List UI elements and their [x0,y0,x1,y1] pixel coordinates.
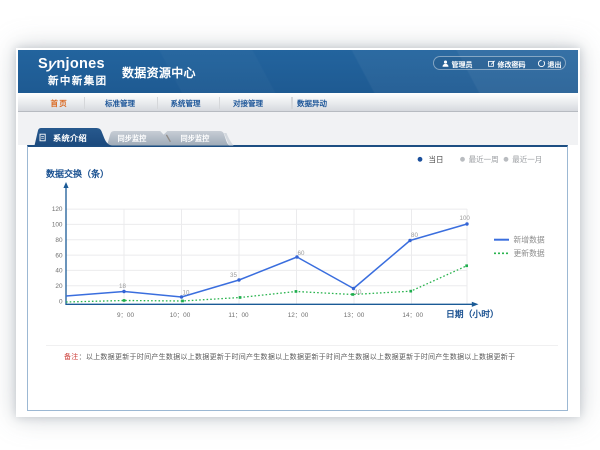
svg-text:100: 100 [52,222,63,229]
svg-text:最近一月: 最近一月 [512,154,542,164]
svg-text:新增数据: 新增数据 [514,234,545,244]
svg-text:100: 100 [460,215,471,222]
svg-text:60: 60 [55,252,63,259]
svg-text:更新数据: 更新数据 [514,248,545,258]
svg-text:11：00: 11：00 [228,312,249,319]
svg-text:同步监控: 同步监控 [181,134,211,143]
svg-text:120: 120 [52,206,63,213]
svg-text:10: 10 [355,289,362,296]
svg-text:13：00: 13：00 [344,312,365,319]
svg-text:20: 20 [55,283,63,290]
svg-text:数据交换（条）: 数据交换（条） [46,168,109,179]
svg-text:当日: 当日 [429,154,444,164]
svg-text:日期（小时）: 日期（小时） [446,308,499,319]
svg-text:80: 80 [411,232,418,239]
svg-text:0: 0 [59,298,63,305]
svg-text:60: 60 [298,250,305,257]
svg-text:18: 18 [119,283,126,290]
svg-text:系统介绍: 系统介绍 [53,133,87,143]
svg-text:最近一周: 最近一周 [469,154,499,164]
svg-text:40: 40 [55,268,63,275]
svg-text:10：00: 10：00 [170,312,191,319]
svg-text:同步监控: 同步监控 [118,134,148,143]
svg-text:35: 35 [230,272,237,279]
svg-text:80: 80 [55,237,63,244]
svg-text:12：00: 12：00 [288,312,309,319]
svg-text:14：00: 14：00 [402,312,423,319]
svg-text:9：00: 9：00 [117,312,134,319]
svg-text:10: 10 [183,290,190,297]
